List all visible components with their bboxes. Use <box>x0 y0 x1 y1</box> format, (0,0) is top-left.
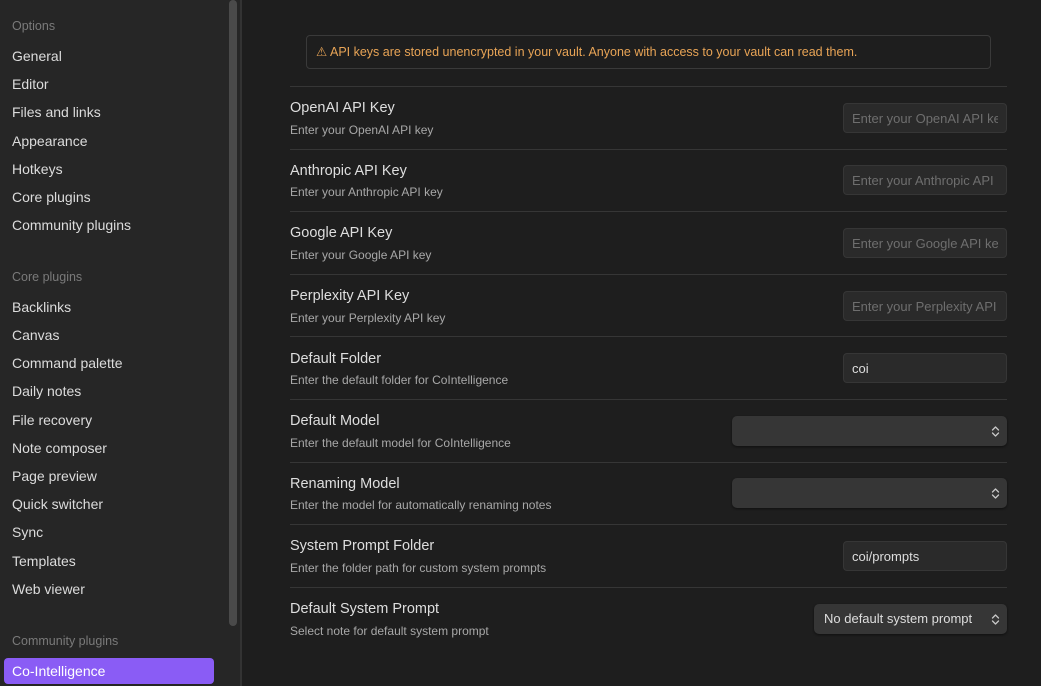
setting-desc-default-model: Enter the default model for CoIntelligen… <box>290 436 511 450</box>
setting-title-prompt-folder: System Prompt Folder <box>290 538 435 554</box>
row-separator <box>290 336 1007 337</box>
openai-api-key-input[interactable] <box>843 103 1007 133</box>
sidebar-item-appearance[interactable]: Appearance <box>4 128 214 154</box>
row-separator <box>290 399 1007 400</box>
row-separator <box>290 524 1007 525</box>
sidebar-item-hotkeys[interactable]: Hotkeys <box>4 156 214 182</box>
sidebar-item-backlinks[interactable]: Backlinks <box>4 294 214 320</box>
sidebar-item-files-and-links[interactable]: Files and links <box>4 99 214 125</box>
default-model-select[interactable] <box>732 416 1007 446</box>
chevron-updown-icon <box>991 478 1000 508</box>
google-api-key-input[interactable] <box>843 228 1007 258</box>
default-folder-input[interactable] <box>843 353 1007 383</box>
chevron-updown-icon <box>991 416 1000 446</box>
setting-title-default-prompt: Default System Prompt <box>290 601 440 617</box>
sidebar-item-co-intelligence[interactable]: Co-Intelligence <box>4 658 214 684</box>
settings-sidebar: Options General Editor Files and links A… <box>0 0 226 686</box>
renaming-model-select[interactable] <box>732 478 1007 508</box>
sidebar-item-core-plugins[interactable]: Core plugins <box>4 184 214 210</box>
sidebar-item-page-preview[interactable]: Page preview <box>4 463 214 489</box>
sidebar-item-note-composer[interactable]: Note composer <box>4 435 214 461</box>
sidebar-item-canvas[interactable]: Canvas <box>4 322 214 348</box>
row-separator <box>290 86 1007 87</box>
sidebar-item-daily-notes[interactable]: Daily notes <box>4 378 214 404</box>
anthropic-api-key-input[interactable] <box>843 165 1007 195</box>
sidebar-item-community-plugins[interactable]: Community plugins <box>4 212 214 238</box>
sidebar-item-file-recovery[interactable]: File recovery <box>4 407 214 433</box>
setting-title-google: Google API Key <box>290 225 393 241</box>
section-header-core-plugins: Core plugins <box>12 270 83 284</box>
setting-desc-renaming-model: Enter the model for automatically renami… <box>290 498 552 512</box>
api-key-warning: ⚠ API keys are stored unencrypted in you… <box>306 35 991 69</box>
chevron-updown-icon <box>991 604 1000 634</box>
setting-desc-default-prompt: Select note for default system prompt <box>290 624 489 638</box>
sidebar-item-general[interactable]: General <box>4 43 214 69</box>
setting-title-default-folder: Default Folder <box>290 351 382 367</box>
setting-desc-openai: Enter your OpenAI API key <box>290 123 434 137</box>
sidebar-item-quick-switcher[interactable]: Quick switcher <box>4 491 214 517</box>
setting-desc-perplexity: Enter your Perplexity API key <box>290 311 446 325</box>
setting-title-renaming-model: Renaming Model <box>290 476 400 492</box>
sidebar-item-editor[interactable]: Editor <box>4 71 214 97</box>
row-separator <box>290 587 1007 588</box>
row-separator <box>290 211 1007 212</box>
row-separator <box>290 462 1007 463</box>
default-system-prompt-select[interactable]: No default system prompt <box>814 604 1007 634</box>
setting-title-openai: OpenAI API Key <box>290 100 395 116</box>
sidebar-item-templates[interactable]: Templates <box>4 548 214 574</box>
perplexity-api-key-input[interactable] <box>843 291 1007 321</box>
setting-desc-google: Enter your Google API key <box>290 248 432 262</box>
setting-title-perplexity: Perplexity API Key <box>290 288 410 304</box>
section-header-community-plugins: Community plugins <box>12 634 119 648</box>
sidebar-scrollbar-thumb[interactable] <box>229 0 237 626</box>
system-prompt-folder-input[interactable] <box>843 541 1007 571</box>
setting-title-default-model: Default Model <box>290 413 380 429</box>
sidebar-item-sync[interactable]: Sync <box>4 519 214 545</box>
setting-desc-anthropic: Enter your Anthropic API key <box>290 185 443 199</box>
section-header-options: Options <box>12 19 56 33</box>
row-separator <box>290 149 1007 150</box>
sidebar-item-web-viewer[interactable]: Web viewer <box>4 576 214 602</box>
setting-desc-default-folder: Enter the default folder for CoIntellige… <box>290 373 509 387</box>
sidebar-item-command-palette[interactable]: Command palette <box>4 350 214 376</box>
row-separator <box>290 274 1007 275</box>
setting-desc-prompt-folder: Enter the folder path for custom system … <box>290 561 547 575</box>
default-system-prompt-selected: No default system prompt <box>824 611 973 626</box>
setting-title-anthropic: Anthropic API Key <box>290 163 407 179</box>
